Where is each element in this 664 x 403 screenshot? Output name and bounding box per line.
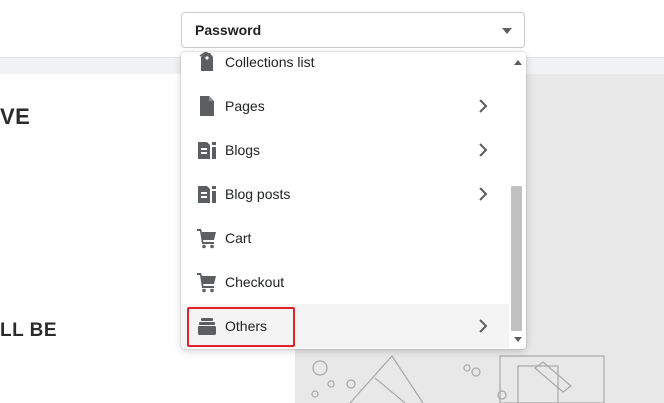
chevron-right-icon <box>479 187 488 201</box>
cart-icon <box>197 273 216 293</box>
menu-item-label: Blog posts <box>225 186 291 202</box>
template-dropdown-menu: Collections list Pages Blogs Blog posts … <box>181 52 526 349</box>
menu-item-label: Blogs <box>225 142 261 158</box>
page-icon <box>200 96 214 116</box>
menu-item-cart[interactable]: Cart <box>181 216 509 260</box>
scroll-up-arrow-icon[interactable] <box>514 60 522 65</box>
chevron-right-icon <box>479 99 488 113</box>
menu-item-blog-posts[interactable]: Blog posts <box>181 172 509 216</box>
menu-item-label: Others <box>225 318 268 334</box>
preview-illustration <box>311 355 605 403</box>
menu-item-checkout[interactable]: Checkout <box>181 260 509 304</box>
scrollbar-thumb[interactable] <box>511 186 522 331</box>
template-select-value: Password <box>195 22 262 38</box>
top-bar: Password <box>0 0 664 58</box>
menu-item-pages[interactable]: Pages <box>181 84 509 128</box>
tag-icon <box>199 52 213 71</box>
chevron-right-icon <box>479 143 488 157</box>
preview-subheading: LL BE <box>0 320 58 341</box>
chevron-right-icon <box>479 319 488 333</box>
menu-item-collections-list[interactable]: Collections list <box>181 52 509 84</box>
menu-item-label: Checkout <box>225 274 285 290</box>
preview-heading: VE <box>0 104 31 129</box>
cart-icon <box>197 229 216 249</box>
others-icon <box>198 318 216 335</box>
scroll-down-arrow-icon[interactable] <box>514 337 522 342</box>
menu-item-blogs[interactable]: Blogs <box>181 128 509 172</box>
blog-icon <box>198 186 216 203</box>
template-select[interactable]: Password <box>181 12 525 48</box>
blog-icon <box>198 142 216 159</box>
menu-item-label: Collections list <box>225 54 315 70</box>
menu-item-label: Pages <box>225 98 265 114</box>
menu-item-label: Cart <box>225 230 252 246</box>
caret-down-icon <box>502 28 512 34</box>
menu-item-others[interactable]: Others <box>181 304 509 348</box>
